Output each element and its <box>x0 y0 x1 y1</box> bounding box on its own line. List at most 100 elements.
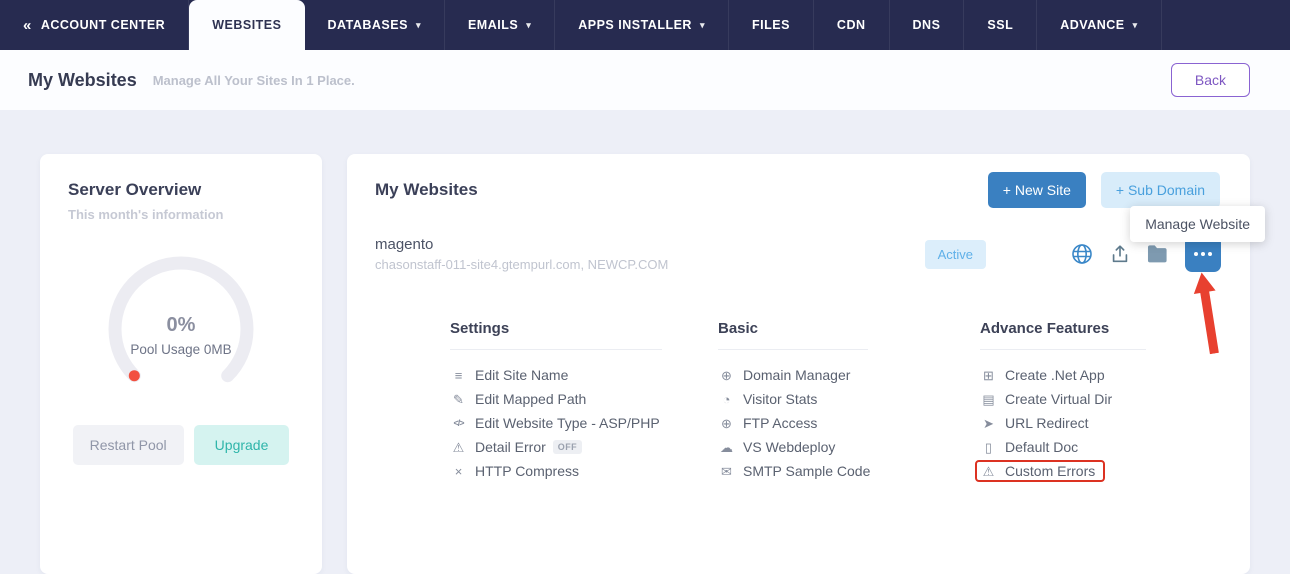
page-header: My Websites Manage All Your Sites In 1 P… <box>0 50 1290 110</box>
document-icon: ▯ <box>980 441 997 454</box>
new-site-button[interactable]: + New Site <box>988 172 1086 208</box>
my-websites-card: My Websites + New Site + Sub Domain Mana… <box>347 154 1250 574</box>
page-title: My Websites <box>28 70 137 91</box>
feature-link-domain-manager[interactable]: ⊕ Domain Manager <box>718 363 868 387</box>
nav-item-label: ADVANCE <box>1060 18 1124 32</box>
server-overview-card: Server Overview This month's information… <box>40 154 322 574</box>
feature-label: Edit Website Type - ASP/PHP <box>475 415 660 431</box>
globe-icon: ⊕ <box>718 417 735 430</box>
feature-label: Detail Error <box>475 439 546 455</box>
nav-item-label: DNS <box>913 18 941 32</box>
feature-label: FTP Access <box>743 415 817 431</box>
website-row: magento chasonstaff-011-site4.gtempurl.c… <box>347 208 1250 272</box>
feature-link-edit-mapped-path[interactable]: ✎ Edit Mapped Path <box>450 387 662 411</box>
feature-link-visitor-stats[interactable]: ◔ Visitor Stats <box>718 387 868 411</box>
compress-icon: × <box>450 465 467 478</box>
nav-item-account-center[interactable]: «ACCOUNT CENTER <box>0 0 189 50</box>
page-subtitle: Manage All Your Sites In 1 Place. <box>153 73 355 88</box>
nav-item-dns[interactable]: DNS <box>890 0 965 50</box>
feature-column-basic: Basic⊕Domain Manager◔Visitor Stats⊕FTP A… <box>718 320 868 483</box>
server-overview-subtitle: This month's information <box>68 207 294 222</box>
nav-item-emails[interactable]: EMAILS ▾ <box>445 0 555 50</box>
feature-link-edit-site-name[interactable]: ≡Edit Site Name <box>450 363 662 387</box>
dots-icon <box>1194 252 1198 256</box>
back-button[interactable]: Back <box>1171 63 1250 97</box>
warning-icon: ⚠ <box>450 441 467 454</box>
feature-link-smtp-sample-code[interactable]: ✉ SMTP Sample Code <box>718 459 868 483</box>
nav-item-cdn[interactable]: CDN <box>814 0 890 50</box>
nav-item-websites[interactable]: WEBSITES <box>189 0 304 50</box>
nav-item-advance[interactable]: ADVANCE ▾ <box>1037 0 1161 50</box>
top-nav: «ACCOUNT CENTER WEBSITES DATABASES ▾ EMAILS ▾… <box>0 0 1290 50</box>
nav-item-label: ACCOUNT CENTER <box>41 18 165 32</box>
caret-down-icon: ▾ <box>700 20 705 31</box>
nav-item-label: DATABASES <box>328 18 408 32</box>
upgrade-button[interactable]: Upgrade <box>194 425 290 465</box>
restart-pool-button[interactable]: Restart Pool <box>73 425 184 465</box>
feature-link-create-net-app[interactable]: ⊞Create .Net App <box>980 363 1146 387</box>
nav-item-ssl[interactable]: SSL <box>964 0 1037 50</box>
nav-item-files[interactable]: FILES <box>729 0 814 50</box>
nav-item-label: EMAILS <box>468 18 518 32</box>
manage-website-tooltip: Manage Website <box>1130 206 1265 242</box>
site-files-action[interactable] <box>1146 244 1170 265</box>
speedometer-icon: ◔ <box>718 393 735 406</box>
paper-plane-icon: ➤ <box>980 417 997 430</box>
red-highlight-annotation: ⚠Custom Errors <box>975 460 1105 482</box>
sub-domain-button[interactable]: + Sub Domain <box>1101 172 1220 208</box>
feature-link-url-redirect[interactable]: ➤URL Redirect <box>980 411 1146 435</box>
feature-link-default-doc[interactable]: ▯ Default Doc <box>980 435 1146 459</box>
site-name: magento <box>375 236 668 253</box>
feature-label: SMTP Sample Code <box>743 463 870 479</box>
menu-circle-icon: ≡ <box>450 369 467 382</box>
nav-item-label: FILES <box>752 18 790 32</box>
feature-column-advance-features: Advance Features ⊞Create .Net App ▤ Create … <box>980 320 1146 483</box>
site-domains: chasonstaff-011-site4.gtempurl.com, NEWC… <box>375 257 668 272</box>
feature-link-http-compress[interactable]: × HTTP Compress <box>450 459 662 483</box>
feature-label: Custom Errors <box>1005 463 1095 479</box>
nav-item-label: CDN <box>837 18 866 32</box>
globe-icon: ⊕ <box>718 369 735 382</box>
feature-label: Default Doc <box>1005 439 1078 455</box>
feature-link-detail-error[interactable]: ⚠ Detail Error OFF <box>450 435 662 459</box>
envelope-icon: ✉ <box>718 465 735 478</box>
server-overview-title: Server Overview <box>68 180 294 200</box>
cloud-icon: ☁ <box>718 441 735 454</box>
feature-link-edit-website-type-asp-php[interactable]: </>Edit Website Type - ASP/PHP <box>450 411 662 435</box>
caret-down-icon: ▾ <box>416 20 421 31</box>
folder-icon <box>1146 244 1170 265</box>
red-arrow-annotation <box>1189 270 1228 355</box>
upload-icon <box>1109 243 1131 265</box>
feature-label: Create Virtual Dir <box>1005 391 1112 407</box>
globe-icon <box>1070 242 1094 266</box>
pool-usage-gauge: 0% Pool Usage 0MB <box>68 244 294 399</box>
feature-link-ftp-access[interactable]: ⊕ FTP Access <box>718 411 868 435</box>
folder-icon: ▤ <box>980 393 997 406</box>
nav-item-databases[interactable]: DATABASES ▾ <box>305 0 445 50</box>
column-title: Settings <box>450 320 662 350</box>
feature-label: Create .Net App <box>1005 367 1105 383</box>
gauge-dot-icon <box>129 370 140 381</box>
site-browse-action[interactable] <box>1070 242 1094 266</box>
gauge-value: 0% <box>167 314 196 336</box>
feature-label: Edit Mapped Path <box>475 391 586 407</box>
caret-down-icon: ▾ <box>526 20 531 31</box>
nav-item-apps-installer[interactable]: APPS INSTALLER ▾ <box>555 0 729 50</box>
feature-link-custom-errors[interactable]: ⚠Custom Errors <box>980 459 1146 483</box>
nav-item-label: WEBSITES <box>212 18 281 32</box>
off-badge: OFF <box>553 440 582 454</box>
feature-column-settings: Settings ≡Edit Site Name ✎ Edit Mapped Path… <box>450 320 662 483</box>
feature-label: VS Webdeploy <box>743 439 835 455</box>
nav-item-label: APPS INSTALLER <box>578 18 692 32</box>
site-publish-action[interactable] <box>1109 243 1131 265</box>
edit-document-icon: ✎ <box>450 393 467 406</box>
feature-link-create-virtual-dir[interactable]: ▤ Create Virtual Dir <box>980 387 1146 411</box>
nav-item-label: SSL <box>987 18 1013 32</box>
caret-down-icon: ▾ <box>1133 20 1138 31</box>
feature-label: HTTP Compress <box>475 463 579 479</box>
feature-label: Domain Manager <box>743 367 850 383</box>
feature-link-vs-webdeploy[interactable]: ☁ VS Webdeploy <box>718 435 868 459</box>
column-title: Advance Features <box>980 320 1146 350</box>
websites-panel-title: My Websites <box>375 180 478 200</box>
feature-label: Visitor Stats <box>743 391 817 407</box>
